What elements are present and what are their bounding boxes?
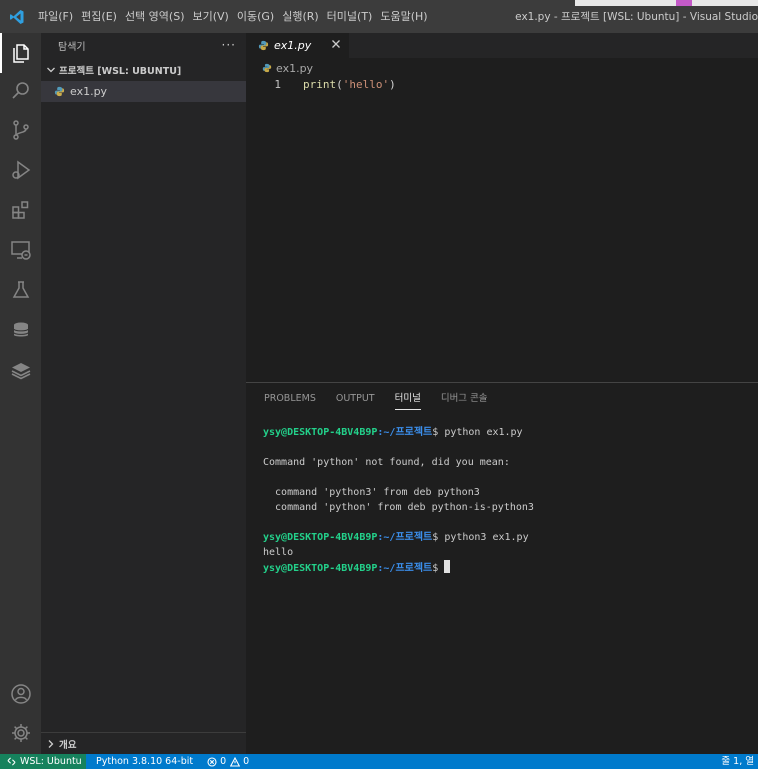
menu-run[interactable]: 실행(R) bbox=[278, 0, 322, 33]
remote-explorer-icon[interactable] bbox=[0, 230, 41, 270]
terminal-command: python ex1.py bbox=[444, 427, 523, 438]
terminal-line: Command 'python' not found, did you mean… bbox=[263, 457, 510, 468]
code-paren-open: ( bbox=[336, 78, 343, 91]
editor-area: ex1.py ex1.py 1 print('hello') bbox=[246, 33, 758, 382]
menu-go[interactable]: 이동(G) bbox=[233, 0, 278, 33]
close-tab-icon[interactable] bbox=[331, 38, 341, 53]
workspace-folder-header[interactable]: 프로젝트 [WSL: UBUNTU] bbox=[41, 59, 246, 81]
terminal-line: command 'python' from deb python-is-pyth… bbox=[263, 502, 534, 513]
testing-icon[interactable] bbox=[0, 270, 41, 310]
sidebar-title: 탐색기 bbox=[58, 41, 86, 53]
code-line[interactable]: 1 print('hello') bbox=[246, 78, 758, 91]
vscode-logo-icon bbox=[0, 0, 34, 33]
bottom-panel: PROBLEMS OUTPUT 터미널 디버그 콘솔 ysy@DESKTOP-4… bbox=[246, 382, 758, 754]
python-interpreter[interactable]: Python 3.8.10 64-bit bbox=[96, 756, 193, 767]
taskbar-overlay-accent bbox=[676, 0, 692, 6]
more-actions-icon[interactable]: ··· bbox=[222, 38, 236, 52]
terminal-line: ysy@DESKTOP-4BV4B9P:~/프로젝트$ python3 ex1.… bbox=[263, 530, 534, 545]
warning-count: 0 bbox=[243, 756, 250, 767]
settings-gear-icon[interactable] bbox=[0, 713, 41, 753]
extensions-icon[interactable] bbox=[0, 190, 41, 230]
database-icon[interactable] bbox=[0, 310, 41, 350]
chevron-right-icon bbox=[48, 739, 54, 748]
terminal-line: ysy@DESKTOP-4BV4B9P:~/프로젝트$ bbox=[263, 560, 534, 575]
warning-icon bbox=[230, 756, 241, 767]
code-text: print('hello') bbox=[303, 78, 396, 91]
menu-help[interactable]: 도움말(H) bbox=[376, 0, 431, 33]
menu-file[interactable]: 파일(F) bbox=[34, 0, 77, 33]
prompt-path: :~/프로젝트 bbox=[377, 563, 433, 574]
search-icon[interactable] bbox=[0, 71, 41, 111]
account-icon[interactable] bbox=[0, 674, 41, 714]
problems-indicator[interactable]: 0 0 bbox=[207, 756, 249, 767]
tab-debug-console[interactable]: 디버그 콘솔 bbox=[441, 383, 488, 415]
menu-terminal[interactable]: 터미널(T) bbox=[323, 0, 377, 33]
prompt-path: :~/프로젝트 bbox=[377, 427, 433, 438]
prompt-symbol: $ bbox=[432, 563, 445, 574]
tab-terminal[interactable]: 터미널 bbox=[394, 383, 422, 415]
title-bar: 파일(F) 편집(E) 선택 영역(S) 보기(V) 이동(G) 실행(R) 터… bbox=[0, 0, 758, 33]
prompt-path: :~/프로젝트 bbox=[377, 532, 433, 543]
line-number: 1 bbox=[274, 78, 281, 91]
terminal-cursor bbox=[444, 560, 451, 573]
status-bar: WSL: Ubuntu Python 3.8.10 64-bit 0 0 줄 1… bbox=[0, 754, 758, 769]
prompt-user: ysy@DESKTOP-4BV4B9P bbox=[263, 563, 378, 574]
terminal-output: hello bbox=[263, 547, 294, 558]
taskbar-overlay-strip bbox=[575, 0, 758, 6]
remote-icon bbox=[7, 757, 16, 766]
breadcrumb-file: ex1.py bbox=[276, 61, 314, 75]
menu-edit[interactable]: 편집(E) bbox=[77, 0, 121, 33]
file-item-ex1[interactable]: ex1.py bbox=[41, 81, 246, 102]
workspace-folder-label: 프로젝트 [WSL: UBUNTU] bbox=[59, 66, 182, 77]
tab-ex1[interactable]: ex1.py bbox=[246, 33, 349, 58]
remote-indicator[interactable]: WSL: Ubuntu bbox=[0, 754, 86, 769]
error-count: 0 bbox=[220, 756, 227, 767]
sidebar-header: 탐색기 ··· bbox=[41, 33, 246, 57]
prompt-user: ysy@DESKTOP-4BV4B9P bbox=[263, 427, 378, 438]
terminal[interactable]: ysy@DESKTOP-4BV4B9P:~/프로젝트$ python ex1.p… bbox=[263, 425, 534, 575]
prompt-symbol: $ bbox=[432, 532, 445, 543]
explorer-icon[interactable] bbox=[0, 33, 41, 73]
code-paren-close: ) bbox=[389, 78, 396, 91]
outline-section-header[interactable]: 개요 bbox=[41, 732, 246, 754]
source-control-icon[interactable] bbox=[0, 110, 41, 150]
menu-view[interactable]: 보기(V) bbox=[188, 0, 232, 33]
file-name: ex1.py bbox=[70, 85, 108, 98]
breadcrumb[interactable]: ex1.py bbox=[246, 58, 758, 78]
prompt-symbol: $ bbox=[432, 427, 445, 438]
editor-tabs: ex1.py bbox=[246, 33, 758, 58]
tab-output[interactable]: OUTPUT bbox=[336, 383, 375, 415]
terminal-line: command 'python3' from deb python3 bbox=[263, 487, 480, 498]
code-string: 'hello' bbox=[342, 78, 390, 91]
terminal-line: ysy@DESKTOP-4BV4B9P:~/프로젝트$ python ex1.p… bbox=[263, 425, 534, 440]
panel-tabs: PROBLEMS OUTPUT 터미널 디버그 콘솔 bbox=[246, 383, 758, 415]
chevron-down-icon bbox=[47, 67, 55, 73]
menu-bar: 파일(F) 편집(E) 선택 영역(S) 보기(V) 이동(G) 실행(R) 터… bbox=[34, 0, 432, 33]
remote-label: WSL: Ubuntu bbox=[20, 756, 82, 767]
code-function: print bbox=[303, 78, 337, 91]
cursor-position[interactable]: 줄 1, 열 bbox=[721, 754, 754, 769]
terminal-command: python3 ex1.py bbox=[444, 532, 529, 543]
tab-problems[interactable]: PROBLEMS bbox=[264, 383, 316, 415]
tab-label: ex1.py bbox=[274, 39, 312, 52]
python-file-icon bbox=[262, 63, 272, 73]
error-icon bbox=[207, 756, 217, 767]
python-file-icon bbox=[54, 86, 65, 97]
explorer-sidebar: 탐색기 ··· 프로젝트 [WSL: UBUNTU] ex1.py 개요 bbox=[41, 33, 246, 754]
outline-label: 개요 bbox=[59, 739, 77, 751]
layers-icon[interactable] bbox=[0, 350, 41, 390]
activity-bar bbox=[0, 33, 41, 754]
menu-selection[interactable]: 선택 영역(S) bbox=[121, 0, 189, 33]
run-debug-icon[interactable] bbox=[0, 150, 41, 190]
prompt-user: ysy@DESKTOP-4BV4B9P bbox=[263, 532, 378, 543]
python-file-icon bbox=[258, 40, 269, 51]
